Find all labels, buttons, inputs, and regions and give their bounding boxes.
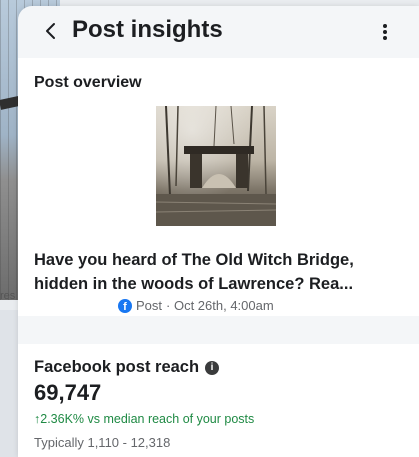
more-vertical-icon — [383, 24, 387, 40]
post-overview-title: Post overview — [34, 74, 142, 91]
post-preview-text[interactable]: Have you heard of The Old Witch Bridge, … — [34, 248, 406, 296]
post-type-label: Post — [136, 298, 163, 313]
back-button[interactable] — [38, 18, 64, 44]
more-options-button[interactable] — [375, 20, 395, 44]
post-meta: f Post · Oct 26th, 4:00am — [118, 298, 274, 313]
reach-value: 69,747 — [34, 380, 102, 405]
post-overview-panel: Post overview Have you heard of The Old … — [18, 58, 419, 316]
post-thumbnail[interactable] — [156, 106, 276, 226]
info-icon[interactable]: i — [205, 360, 220, 375]
header-bar: Post insights — [18, 6, 419, 58]
facebook-icon: f — [118, 298, 132, 313]
reach-title-label: Facebook post reach — [34, 358, 200, 376]
reach-panel: Facebook post reach i 69,747 ↑2.36K% vs … — [18, 344, 419, 457]
reach-title: Facebook post reach i — [34, 358, 220, 377]
screen: res Post insights Post overview Have you… — [0, 0, 419, 457]
post-date-label: · Oct 26th, 4:00am — [166, 298, 274, 313]
page-title: Post insights — [72, 16, 223, 43]
reach-comparison: ↑2.36K% vs median reach of your posts — [34, 412, 255, 426]
bridge-photo — [156, 106, 276, 226]
post-insights-sheet: Post insights Post overview Have you hea… — [18, 6, 419, 457]
reach-typical-range: Typically 1,110 - 12,318 — [34, 435, 171, 450]
chevron-left-icon — [46, 23, 55, 39]
